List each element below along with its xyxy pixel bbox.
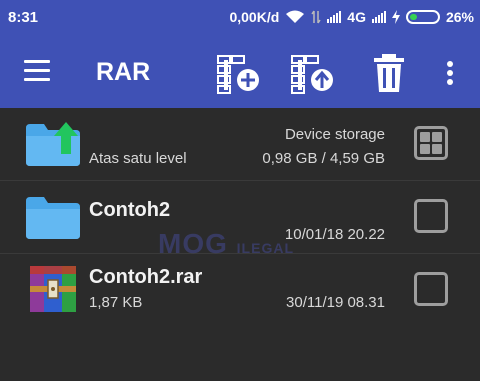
- storage-usage: 0,98 GB / 4,59 GB: [262, 150, 385, 167]
- file-size: 1,87 KB: [89, 294, 143, 311]
- menu-button[interactable]: [24, 60, 50, 82]
- file-date: 30/11/19 08.31: [286, 294, 385, 311]
- archive-extract-icon[interactable]: [290, 50, 336, 96]
- signal-icon: [327, 11, 342, 23]
- archive-add-icon[interactable]: [216, 50, 262, 96]
- status-icons: 0,00K/d 4G 26%: [229, 9, 474, 25]
- battery-icon: [405, 10, 440, 24]
- grid-view-button[interactable]: [414, 126, 448, 160]
- folder-up-icon: [26, 122, 80, 166]
- app-title: RAR: [96, 58, 151, 86]
- charging-icon: [391, 10, 400, 24]
- parent-level-label: Atas satu level: [89, 150, 187, 167]
- wifi-icon: [286, 10, 305, 23]
- trash-icon[interactable]: [366, 50, 412, 96]
- battery-percent: 26%: [445, 9, 474, 25]
- file-list: Atas satu level Device storage 0,98 GB /…: [0, 108, 480, 326]
- list-item-parent[interactable]: Atas satu level Device storage 0,98 GB /…: [0, 108, 480, 181]
- select-checkbox[interactable]: [414, 272, 448, 306]
- signal-icon-2: [371, 11, 386, 23]
- folder-icon: [26, 197, 80, 239]
- menu-icon: [24, 60, 50, 63]
- network-speed: 0,00K/d: [229, 9, 280, 25]
- file-date: 10/01/18 20.22: [284, 226, 385, 243]
- watermark: MOG ILEGAL: [158, 228, 295, 259]
- storage-label: Device storage: [284, 126, 385, 143]
- select-checkbox[interactable]: [414, 199, 448, 233]
- status-time: 8:31: [8, 9, 39, 26]
- file-name: Contoh2.rar: [89, 266, 203, 288]
- more-vert-icon[interactable]: [430, 50, 470, 96]
- status-bar: 8:31 0,00K/d 4G 26%: [0, 0, 480, 36]
- rar-archive-icon: [30, 266, 76, 312]
- list-item-archive[interactable]: Contoh2.rar 1,87 KB 30/11/19 08.31: [0, 254, 480, 326]
- app-bar: RAR: [0, 36, 480, 108]
- network-type: 4G: [347, 9, 366, 25]
- data-transfer-icon: [311, 10, 321, 24]
- file-name: Contoh2: [89, 199, 171, 221]
